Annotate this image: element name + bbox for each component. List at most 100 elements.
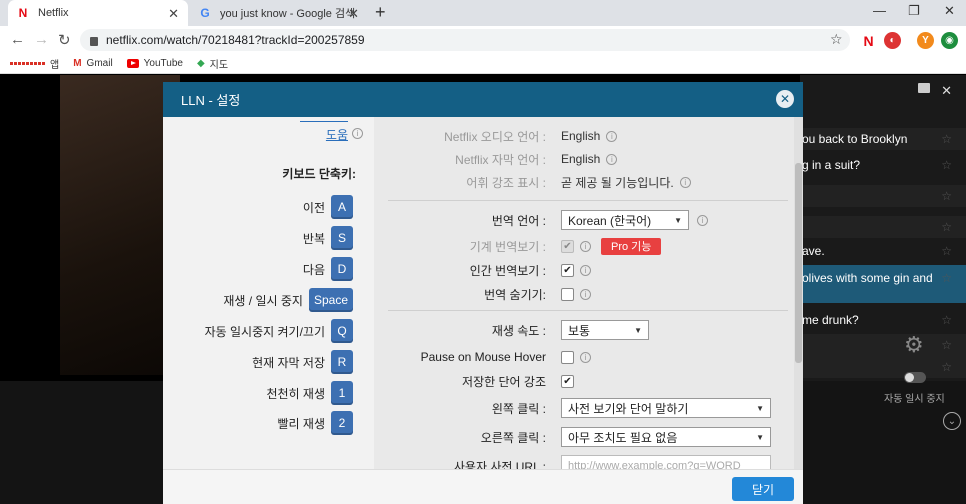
- print-icon[interactable]: [918, 83, 930, 93]
- star-icon[interactable]: ☆: [941, 360, 952, 374]
- human-translation-checkbox[interactable]: ✔: [561, 263, 574, 277]
- shortcut-key[interactable]: A: [331, 195, 353, 219]
- dict-url-row: 사용자 사전 URL : http://www.example.com?q=WO…: [374, 455, 794, 469]
- maximize-icon[interactable]: ❐: [908, 3, 920, 19]
- shortcut-key[interactable]: 1: [331, 381, 353, 405]
- bookmark-star-icon[interactable]: ☆: [830, 31, 843, 48]
- divider: [388, 200, 788, 201]
- playback-speed-select[interactable]: 보통 ▼: [561, 320, 649, 340]
- subtitle-line[interactable]: me drunk? ☆: [800, 309, 966, 331]
- machine-translation-checkbox[interactable]: ✔: [561, 239, 574, 253]
- info-icon[interactable]: i: [679, 176, 691, 188]
- star-icon[interactable]: ☆: [941, 132, 952, 146]
- highlight-row: 저장한 단어 강조 ✔: [374, 371, 794, 391]
- window-close-icon[interactable]: ✕: [944, 3, 955, 19]
- shortcut-key[interactable]: S: [331, 226, 353, 250]
- info-icon[interactable]: i: [606, 153, 618, 165]
- subtitle-line[interactable]: ☆: [800, 216, 966, 238]
- info-icon[interactable]: i: [580, 351, 591, 363]
- shortcut-key[interactable]: Space: [308, 288, 353, 312]
- subtitle-line-active[interactable]: olives with some gin and ☆: [800, 265, 966, 303]
- panel-close-icon[interactable]: ✕: [941, 83, 952, 99]
- star-icon[interactable]: ☆: [941, 158, 952, 172]
- autopause-toggle[interactable]: [904, 372, 926, 383]
- translation-language-select[interactable]: Korean (한국어) ▼: [561, 210, 689, 230]
- shortcut-next: 다음 D: [303, 257, 353, 281]
- star-icon[interactable]: ☆: [941, 338, 952, 352]
- star-icon[interactable]: ☆: [941, 244, 952, 258]
- tab-google[interactable]: G you just know - Google 검색 ✕: [190, 0, 368, 26]
- info-icon[interactable]: i: [580, 264, 591, 276]
- extension-icon[interactable]: ◐: [884, 32, 901, 49]
- tab-netflix[interactable]: N Netflix ✕: [8, 0, 188, 26]
- bookmark-apps[interactable]: 앱: [10, 56, 59, 71]
- info-icon[interactable]: i: [580, 240, 591, 252]
- human-trans-row: 인간 번역보기 : ✔ i: [374, 260, 794, 280]
- close-button[interactable]: 닫기: [732, 477, 794, 501]
- tab-title: Netflix: [38, 7, 69, 19]
- settings-gear-icon[interactable]: ⚙: [904, 332, 924, 358]
- chevron-down-icon[interactable]: ⌄: [943, 412, 961, 430]
- custom-dictionary-url-input[interactable]: http://www.example.com?q=WORD: [561, 455, 771, 469]
- reload-icon[interactable]: ↻: [58, 31, 71, 49]
- dropdown-arrow-icon: ▼: [756, 403, 764, 413]
- new-tab-icon[interactable]: +: [375, 2, 386, 23]
- star-icon[interactable]: ☆: [941, 313, 952, 327]
- info-icon[interactable]: i: [697, 214, 708, 226]
- tab-strip: N Netflix ✕ G you just know - Google 검색 …: [0, 0, 966, 26]
- settings-column: Netflix 오디오 언어 : English i Netflix 자막 언어 …: [374, 117, 794, 469]
- star-icon[interactable]: ☆: [941, 189, 952, 203]
- shortcut-key[interactable]: Q: [331, 319, 353, 343]
- settings-scrollbar[interactable]: [794, 117, 803, 469]
- info-icon[interactable]: i: [580, 288, 591, 300]
- minimize-icon[interactable]: —: [873, 3, 886, 18]
- close-tab-icon[interactable]: ✕: [348, 6, 359, 22]
- highlight-saved-checkbox[interactable]: ✔: [561, 374, 574, 388]
- right-click-action-select[interactable]: 아무 조치도 필요 없음 ▼: [561, 427, 771, 447]
- bookmark-label: Gmail: [86, 58, 113, 69]
- info-icon[interactable]: i: [606, 130, 618, 142]
- shortcut-key[interactable]: 2: [331, 411, 353, 435]
- trans-lang-row: 번역 언어 : Korean (한국어) ▼ i: [374, 210, 794, 230]
- modal-footer: 닫기: [163, 469, 803, 504]
- video-frame: [60, 75, 180, 375]
- subtitle-line[interactable]: g in a suit? ☆: [800, 154, 966, 176]
- shortcut-save-subtitle: 현재 자막 저장 R: [252, 350, 353, 374]
- profile-avatar[interactable]: Y: [917, 32, 934, 49]
- dropdown-arrow-icon: ▼: [674, 215, 682, 225]
- shortcut-key[interactable]: R: [331, 350, 353, 374]
- forward-arrow-icon[interactable]: →: [34, 31, 49, 48]
- subtitle-line[interactable]: ☆: [800, 334, 966, 356]
- close-tab-icon[interactable]: ✕: [168, 6, 179, 22]
- youtube-icon: [126, 59, 139, 68]
- help-link[interactable]: 도움: [326, 126, 348, 143]
- shortcut-key[interactable]: D: [331, 257, 353, 281]
- star-icon[interactable]: ☆: [941, 271, 952, 286]
- modal-close-icon[interactable]: ✕: [776, 90, 794, 108]
- partial-link[interactable]: [300, 110, 348, 122]
- extension-green-icon[interactable]: ◉: [941, 32, 958, 49]
- bookmark-label: YouTube: [143, 58, 183, 69]
- scrollbar-thumb[interactable]: [795, 163, 802, 363]
- hide-translation-checkbox[interactable]: [561, 287, 574, 301]
- netflix-extension-icon[interactable]: N: [860, 32, 877, 49]
- info-icon[interactable]: i: [352, 128, 363, 139]
- bookmark-maps[interactable]: ◆ 지도: [197, 56, 228, 71]
- left-click-action-select[interactable]: 사전 보기와 단어 말하기 ▼: [561, 398, 771, 418]
- star-icon[interactable]: ☆: [941, 220, 952, 234]
- pause-on-hover-checkbox[interactable]: [561, 350, 574, 364]
- sub-lang-value: English: [561, 152, 601, 166]
- keyboard-shortcuts-title: 키보드 단축키:: [282, 167, 356, 181]
- back-arrow-icon[interactable]: ←: [10, 31, 25, 48]
- pro-feature-badge[interactable]: Pro 기능: [601, 237, 662, 255]
- subtitle-line[interactable]: ave. ☆: [800, 240, 966, 262]
- audio-lang-value: English: [561, 129, 601, 143]
- subtitle-line[interactable]: ou back to Brooklyn ☆: [800, 128, 966, 150]
- subtitle-line[interactable]: ☆: [800, 185, 966, 207]
- shortcut-play-pause: 재생 / 일시 중지 Space: [223, 288, 353, 312]
- shortcut-autopause: 자동 일시중지 켜기/끄기 Q: [205, 319, 353, 343]
- subtitle-line[interactable]: ☆: [800, 356, 966, 378]
- url-bar[interactable]: netflix.com/watch/70218481?trackId=20025…: [80, 29, 850, 51]
- bookmark-gmail[interactable]: M Gmail: [73, 58, 112, 69]
- bookmark-youtube[interactable]: YouTube: [126, 58, 183, 69]
